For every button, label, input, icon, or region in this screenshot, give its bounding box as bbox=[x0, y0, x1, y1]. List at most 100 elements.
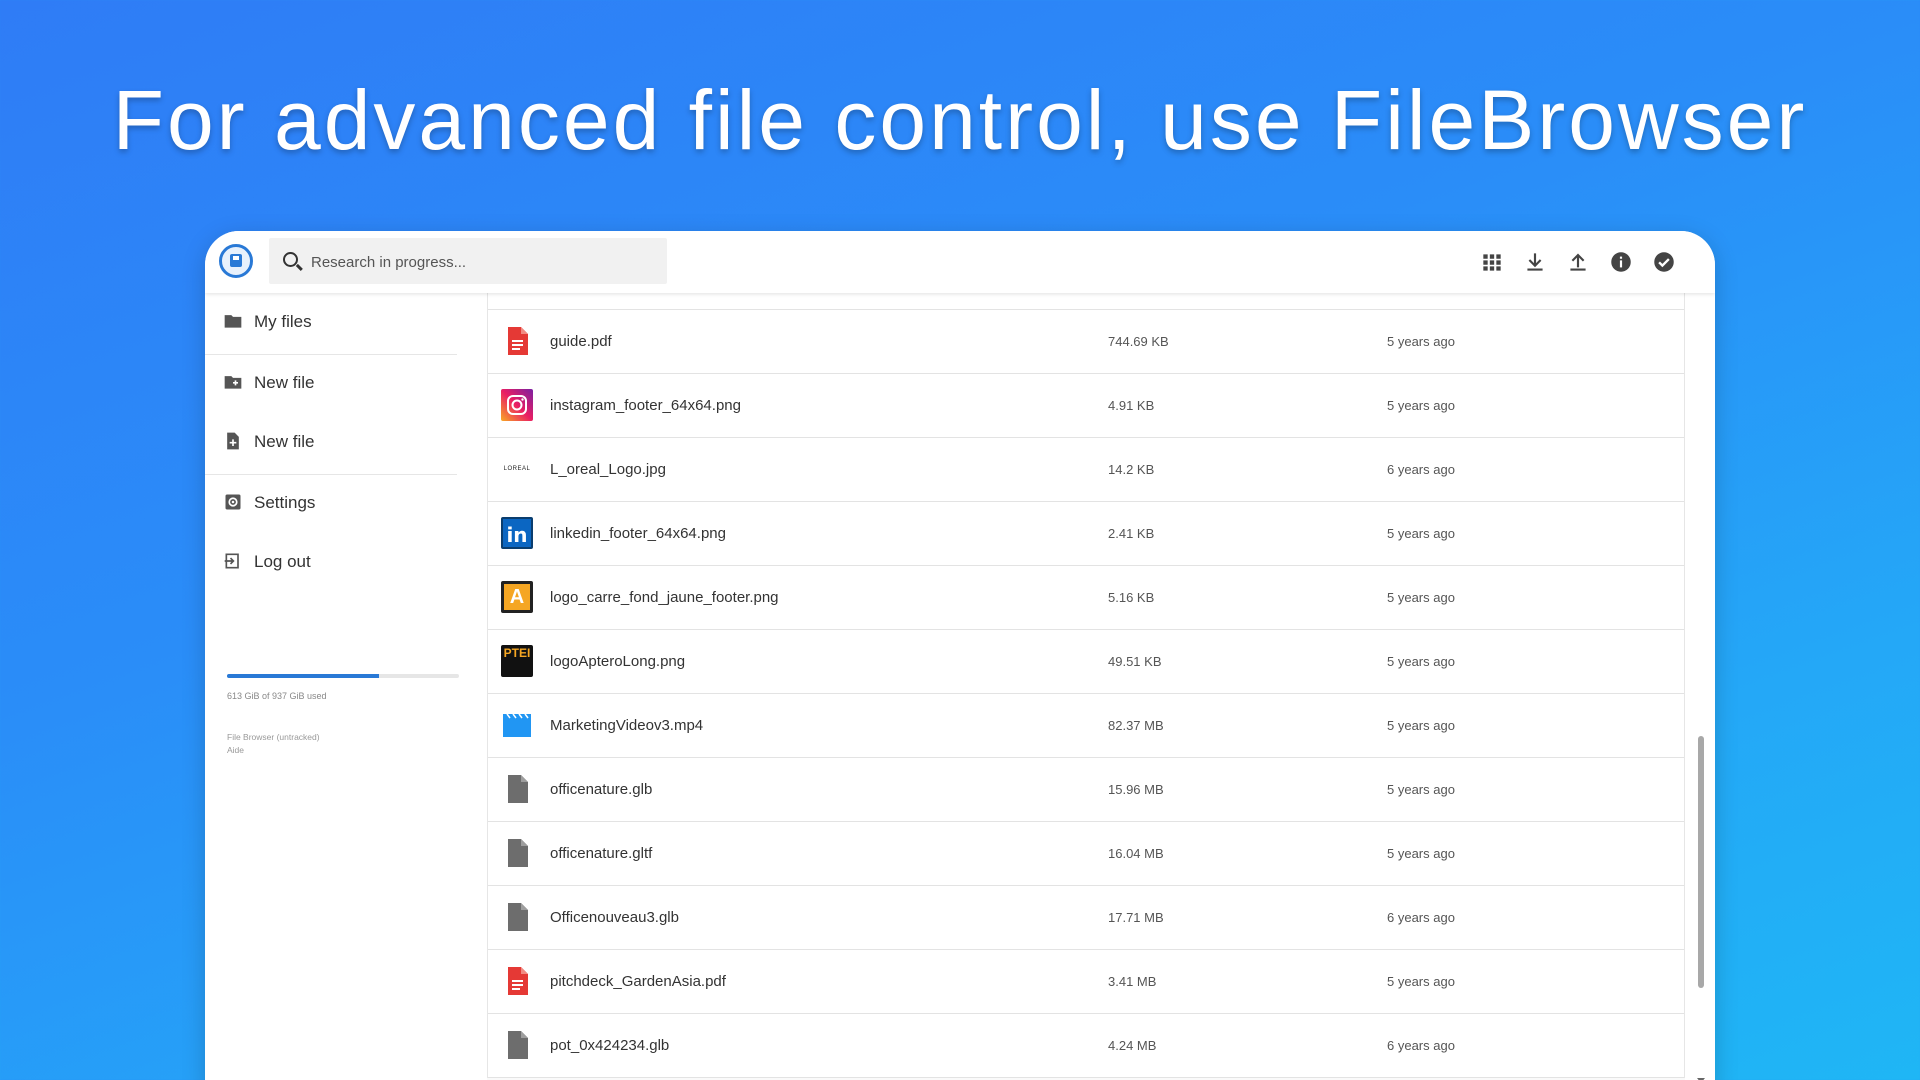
file-size: 82.37 MB bbox=[1108, 718, 1164, 733]
table-row[interactable]: in linkedin_footer_64x64.png 2.41 KB 5 year… bbox=[488, 502, 1684, 566]
folder-icon bbox=[223, 311, 243, 331]
table-row[interactable]: officenature.glb 15.96 MB 5 years ago bbox=[488, 758, 1684, 822]
image-thumbnail: in bbox=[501, 517, 533, 549]
storage-usage-fill bbox=[227, 674, 379, 678]
file-name: officenature.gltf bbox=[550, 845, 653, 862]
thumbnail-text: LOREAL bbox=[503, 466, 531, 472]
file-modified: 6 years ago bbox=[1387, 1038, 1455, 1053]
filebrowser-window: My files New file New file Settings bbox=[205, 231, 1715, 1080]
pdf-file-icon bbox=[501, 325, 533, 357]
sidebar-item-logout[interactable]: Log out bbox=[205, 537, 457, 585]
file-name: MarketingVideov3.mp4 bbox=[550, 717, 704, 734]
table-row[interactable]: officenature.gltf 16.04 MB 5 years ago bbox=[488, 822, 1684, 886]
grid-view-icon[interactable] bbox=[1479, 249, 1505, 275]
sidebar-item-label: New file bbox=[254, 432, 315, 451]
file-modified: 5 years ago bbox=[1387, 654, 1455, 669]
scrollbar-thumb[interactable] bbox=[1698, 736, 1704, 988]
table-row[interactable]: Officenouveau3.glb 17.71 MB 6 years ago bbox=[488, 886, 1684, 950]
image-thumbnail bbox=[501, 389, 533, 421]
new-folder-icon bbox=[223, 372, 243, 392]
settings-icon bbox=[223, 492, 243, 512]
file-name: Officenouveau3.glb bbox=[550, 909, 679, 926]
sidebar-item-settings[interactable]: Settings bbox=[205, 478, 457, 526]
select-check-icon[interactable] bbox=[1651, 249, 1677, 275]
download-icon[interactable] bbox=[1522, 249, 1548, 275]
storage-usage-text: 613 GiB of 937 GiB used bbox=[227, 691, 327, 701]
info-icon[interactable] bbox=[1608, 249, 1634, 275]
file-modified: 5 years ago bbox=[1387, 334, 1455, 349]
table-row[interactable]: pot_0x424234.glb 4.24 MB 6 years ago bbox=[488, 1014, 1684, 1078]
generic-file-icon bbox=[501, 837, 533, 869]
table-row[interactable]: LOREAL L_oreal_Logo.jpg 14.2 KB 6 years ago bbox=[488, 438, 1684, 502]
search-box[interactable] bbox=[269, 238, 667, 284]
top-bar bbox=[205, 231, 1715, 293]
promo-headline: For advanced file control, use FileBrows… bbox=[112, 73, 1808, 167]
credits-line: File Browser (untracked) bbox=[227, 732, 320, 742]
file-size: 49.51 KB bbox=[1108, 654, 1162, 669]
sidebar-divider bbox=[205, 354, 457, 355]
image-thumbnail: LOREAL bbox=[501, 453, 533, 485]
sidebar-item-my-files[interactable]: My files bbox=[205, 297, 457, 345]
scrollbar[interactable] bbox=[1695, 293, 1707, 1080]
file-size: 17.71 MB bbox=[1108, 910, 1164, 925]
sidebar-item-label: New file bbox=[254, 373, 315, 392]
floppy-disk-icon[interactable] bbox=[219, 244, 253, 278]
file-size: 14.2 KB bbox=[1108, 462, 1155, 477]
file-name: logo_carre_fond_jaune_footer.png bbox=[550, 589, 779, 606]
sidebar-divider bbox=[205, 474, 457, 475]
pdf-file-icon bbox=[501, 965, 533, 997]
generic-file-icon bbox=[501, 773, 533, 805]
sidebar-item-label: My files bbox=[254, 312, 312, 331]
file-size: 3.41 MB bbox=[1108, 974, 1157, 989]
file-size: 5.16 KB bbox=[1108, 590, 1155, 605]
file-name: instagram_footer_64x64.png bbox=[550, 397, 741, 414]
help-link[interactable]: Aide bbox=[227, 744, 320, 757]
generic-file-icon bbox=[501, 1029, 533, 1061]
image-thumbnail: PTEI bbox=[501, 645, 533, 677]
table-row[interactable]: pitchdeck_GardenAsia.pdf 3.41 MB 5 years a… bbox=[488, 950, 1684, 1014]
thumbnail-text: in bbox=[506, 523, 528, 547]
file-modified: 5 years ago bbox=[1387, 782, 1455, 797]
table-row[interactable]: PTEI logoApteroLong.png 49.51 KB 5 years ag… bbox=[488, 630, 1684, 694]
search-input[interactable] bbox=[309, 250, 653, 274]
upload-icon[interactable] bbox=[1565, 249, 1591, 275]
table-row[interactable]: Alogo_carre_fond_jaune_footer.png 5.16 KB… bbox=[488, 566, 1684, 630]
file-modified: 6 years ago bbox=[1387, 462, 1455, 477]
file-modified: 5 years ago bbox=[1387, 846, 1455, 861]
sidebar-item-new-file[interactable]: New file bbox=[205, 417, 457, 465]
file-name: L_oreal_Logo.jpg bbox=[550, 461, 666, 478]
toolbar-actions bbox=[1479, 249, 1677, 275]
storage-usage-bar bbox=[227, 674, 459, 678]
file-size: 4.24 MB bbox=[1108, 1038, 1157, 1053]
sidebar: My files New file New file Settings Log … bbox=[205, 293, 487, 1080]
file-list: guide.pdf 744.69 KB 5 years ago instagram_f… bbox=[487, 293, 1685, 1078]
file-name: logoApteroLong.png bbox=[550, 653, 686, 670]
file-modified: 5 years ago bbox=[1387, 398, 1455, 413]
file-modified: 5 years ago bbox=[1387, 974, 1455, 989]
table-row[interactable] bbox=[488, 293, 1684, 310]
file-name: guide.pdf bbox=[550, 333, 612, 350]
file-name: pitchdeck_GardenAsia.pdf bbox=[550, 973, 726, 990]
thumbnail-text: PTEI bbox=[503, 646, 531, 660]
table-row[interactable]: instagram_footer_64x64.png 4.91 KB 5 years… bbox=[488, 374, 1684, 438]
image-thumbnail: A bbox=[501, 581, 533, 613]
search-icon bbox=[283, 252, 298, 267]
table-row[interactable]: guide.pdf 744.69 KB 5 years ago bbox=[488, 310, 1684, 374]
generic-file-icon bbox=[501, 901, 533, 933]
file-modified: 5 years ago bbox=[1387, 718, 1455, 733]
file-modified: 5 years ago bbox=[1387, 590, 1455, 605]
logout-icon bbox=[223, 551, 243, 571]
thumbnail-text: A bbox=[509, 586, 525, 608]
sidebar-item-label: Settings bbox=[254, 493, 316, 512]
file-name: linkedin_footer_64x64.png bbox=[550, 525, 726, 542]
file-size: 744.69 KB bbox=[1108, 334, 1169, 349]
video-file-icon bbox=[501, 709, 533, 741]
file-list-area: guide.pdf 744.69 KB 5 years ago instagram_f… bbox=[487, 293, 1685, 1080]
file-modified: 6 years ago bbox=[1387, 910, 1455, 925]
file-modified: 5 years ago bbox=[1387, 526, 1455, 541]
table-row[interactable]: MarketingVideov3.mp4 82.37 MB 5 years ago bbox=[488, 694, 1684, 758]
new-file-icon bbox=[223, 431, 243, 451]
file-size: 2.41 KB bbox=[1108, 526, 1155, 541]
app-credits: File Browser (untracked) Aide bbox=[227, 731, 320, 757]
sidebar-item-new-folder[interactable]: New file bbox=[205, 358, 457, 406]
